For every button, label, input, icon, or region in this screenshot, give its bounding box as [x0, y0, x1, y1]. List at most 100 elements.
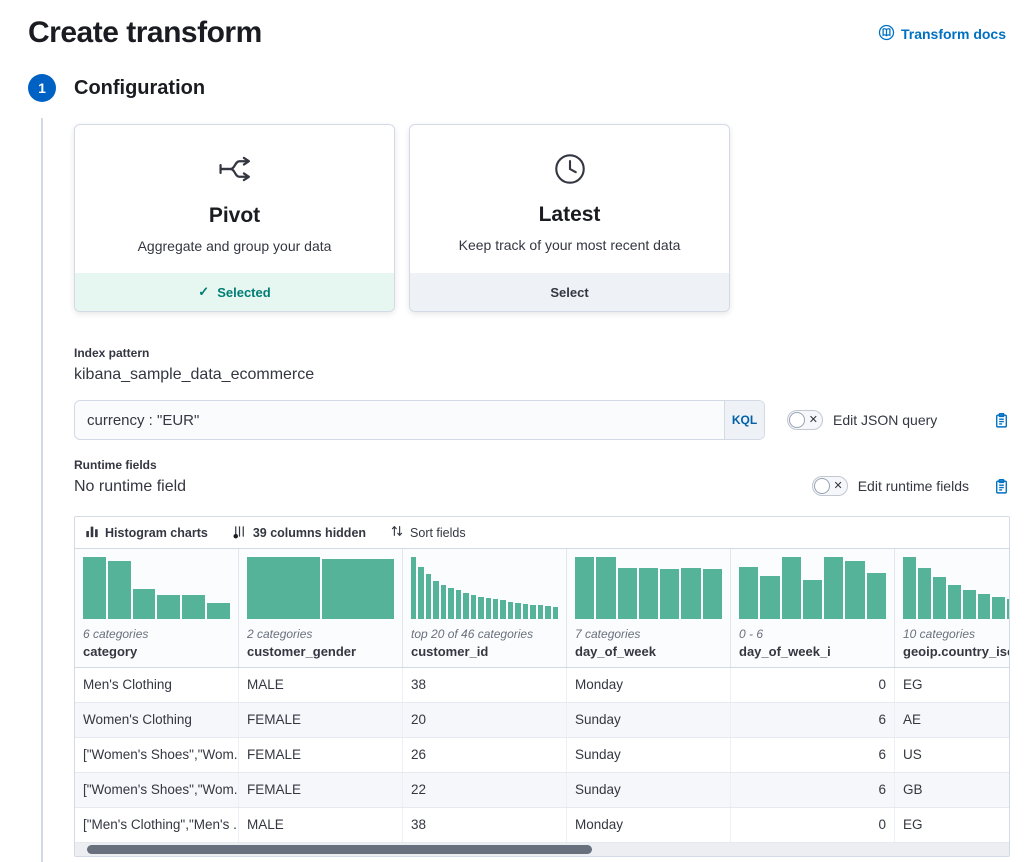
histogram-bar [933, 577, 946, 619]
grid-header-row: 6 categoriescategory2 categoriescustomer… [75, 549, 1009, 668]
table-cell[interactable]: FEMALE [239, 738, 403, 772]
histogram-chart [903, 557, 1010, 619]
table-cell[interactable]: Men's Clothing [75, 668, 239, 702]
histogram-bar [681, 568, 700, 619]
check-icon: ✓ [198, 284, 209, 300]
histogram-bar [108, 561, 131, 619]
column-header-category[interactable]: 6 categoriescategory [75, 549, 239, 667]
histogram-bar [538, 605, 543, 619]
table-cell[interactable]: FEMALE [239, 703, 403, 737]
edit-runtime-toggle[interactable]: ✕ [812, 476, 848, 496]
query-input[interactable]: currency : "EUR" [75, 401, 724, 439]
query-row: currency : "EUR" KQL ✕ Edit JSON query [74, 400, 1010, 440]
step-progress-line [41, 118, 43, 862]
column-header-customer_id[interactable]: top 20 of 46 categoriescustomer_id [403, 549, 567, 667]
table-cell[interactable]: Sunday [567, 773, 731, 807]
grid-body: Men's ClothingMALE38Monday0EGWomen's Clo… [75, 668, 1009, 843]
table-cell[interactable]: 22 [403, 773, 567, 807]
histogram-bar [903, 557, 916, 619]
histogram-chart [247, 557, 394, 619]
kql-language-button[interactable]: KQL [724, 401, 764, 439]
table-cell[interactable]: 6 [731, 703, 895, 737]
docs-link-label: Transform docs [901, 26, 1006, 42]
table-cell[interactable]: 38 [403, 668, 567, 702]
runtime-fields-block: Runtime fields No runtime field [74, 458, 186, 496]
table-cell[interactable]: 20 [403, 703, 567, 737]
transform-docs-link[interactable]: Transform docs [878, 24, 1006, 44]
table-cell[interactable]: ["Men's Clothing","Men's ... [75, 808, 239, 842]
histogram-bar [660, 569, 679, 619]
step-number-badge: 1 [28, 74, 56, 102]
column-name: category [83, 644, 230, 659]
table-cell[interactable]: MALE [239, 808, 403, 842]
histogram-bar [448, 588, 453, 619]
pivot-card-footer[interactable]: ✓ Selected [75, 273, 394, 311]
histogram-chart [575, 557, 722, 619]
histogram-bar [478, 597, 483, 619]
table-cell[interactable]: 38 [403, 808, 567, 842]
table-cell[interactable]: AE [895, 703, 1010, 737]
index-pattern-label: Index pattern [74, 346, 1010, 360]
latest-card-footer[interactable]: Select [410, 273, 729, 311]
column-name: customer_id [411, 644, 558, 659]
switch-off-icon: ✕ [809, 413, 818, 427]
table-cell[interactable]: Monday [567, 808, 731, 842]
latest-card-title: Latest [539, 203, 601, 227]
column-header-day_of_week_i[interactable]: 0 - 6day_of_week_i [731, 549, 895, 667]
histogram-bar [639, 568, 658, 619]
table-cell[interactable]: 0 [731, 668, 895, 702]
pivot-card-body: Pivot Aggregate and group your data [75, 125, 394, 273]
table-cell[interactable]: 6 [731, 773, 895, 807]
histogram-bar [247, 557, 320, 619]
histogram-charts-button[interactable]: Histogram charts [85, 524, 208, 541]
step-title: Configuration [74, 77, 205, 100]
table-cell[interactable]: GB [895, 773, 1010, 807]
grid-toolbar: Histogram charts 39 columns hidden [75, 517, 1009, 549]
table-cell[interactable]: MALE [239, 668, 403, 702]
query-bar[interactable]: currency : "EUR" KQL [74, 400, 765, 440]
histogram-bar [803, 580, 822, 619]
edit-json-toggle[interactable]: ✕ [787, 410, 823, 430]
table-cell[interactable]: FEMALE [239, 773, 403, 807]
bar-chart-icon [85, 524, 99, 541]
column-header-customer_gender[interactable]: 2 categoriescustomer_gender [239, 549, 403, 667]
step-header: 1 Configuration [28, 74, 1034, 102]
columns-hidden-label: 39 columns hidden [253, 526, 366, 540]
histogram-bar [486, 598, 491, 619]
column-header-geoipcountry_iso_[interactable]: 10 categoriesgeoip.country_iso_... [895, 549, 1010, 667]
pivot-card[interactable]: Pivot Aggregate and group your data ✓ Se… [74, 124, 395, 312]
histogram-bar [523, 604, 528, 620]
documentation-icon [878, 24, 895, 44]
table-row: Men's ClothingMALE38Monday0EG [75, 668, 1009, 703]
runtime-fields-row: Runtime fields No runtime field ✕ Edit r… [74, 458, 1010, 496]
table-cell[interactable]: 0 [731, 808, 895, 842]
edit-json-label: Edit JSON query [833, 412, 937, 428]
histogram-chart [83, 557, 230, 619]
table-cell[interactable]: US [895, 738, 1010, 772]
column-header-day_of_week[interactable]: 7 categories day_of_week [567, 549, 731, 667]
sort-fields-button[interactable]: Sort fields [390, 524, 466, 541]
table-cell[interactable]: 6 [731, 738, 895, 772]
step-content: Pivot Aggregate and group your data ✓ Se… [74, 124, 1010, 857]
copy-runtime-icon[interactable] [993, 478, 1010, 495]
copy-query-icon[interactable] [993, 412, 1010, 429]
table-cell[interactable]: EG [895, 668, 1010, 702]
horizontal-scrollbar[interactable] [75, 843, 1009, 856]
table-cell[interactable]: Sunday [567, 738, 731, 772]
table-cell[interactable]: ["Women's Shoes","Wom... [75, 738, 239, 772]
edit-runtime-label: Edit runtime fields [858, 478, 969, 494]
histogram-bar [545, 606, 550, 619]
table-cell[interactable]: 26 [403, 738, 567, 772]
histogram-bar [493, 599, 498, 619]
table-cell[interactable]: ["Women's Shoes","Wom... [75, 773, 239, 807]
column-name: day_of_week [575, 644, 722, 659]
table-cell[interactable]: Women's Clothing [75, 703, 239, 737]
table-cell[interactable]: Sunday [567, 703, 731, 737]
column-meta: 7 categories [575, 627, 722, 641]
scrollbar-thumb[interactable] [87, 845, 592, 854]
page-title: Create transform [28, 16, 262, 50]
latest-card[interactable]: Latest Keep track of your most recent da… [409, 124, 730, 312]
table-cell[interactable]: EG [895, 808, 1010, 842]
table-cell[interactable]: Monday [567, 668, 731, 702]
columns-hidden-button[interactable]: 39 columns hidden [232, 524, 366, 542]
